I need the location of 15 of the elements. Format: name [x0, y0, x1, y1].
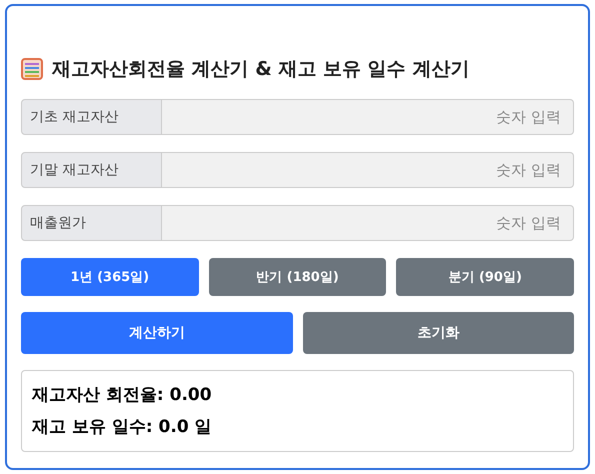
number-input[interactable]: 숫자 입력	[162, 152, 574, 188]
field-label: 기말 재고자산	[21, 152, 162, 188]
period-button[interactable]: 반기 (180일)	[208, 258, 386, 296]
reset-button[interactable]: 초기화	[302, 312, 574, 354]
abacus-icon	[21, 58, 43, 80]
period-button[interactable]: 1년 (365일)	[21, 258, 199, 296]
calculate-button[interactable]: 계산하기	[21, 312, 292, 354]
result-text: 재고자산 회전율: 0.00	[32, 384, 213, 407]
result-text: 재고 보유 일수: 0.0 일	[32, 416, 213, 439]
calculator-title: 재고자산회전율 계산기 & 재고 보유 일수 계산기	[52, 57, 470, 82]
number-input[interactable]: 숫자 입력	[162, 99, 574, 135]
field-label: 기초 재고자산	[21, 99, 162, 135]
number-input[interactable]: 숫자 입력	[162, 205, 574, 241]
period-button[interactable]: 분기 (90일)	[396, 258, 574, 296]
field-label: 매출원가	[21, 205, 162, 241]
